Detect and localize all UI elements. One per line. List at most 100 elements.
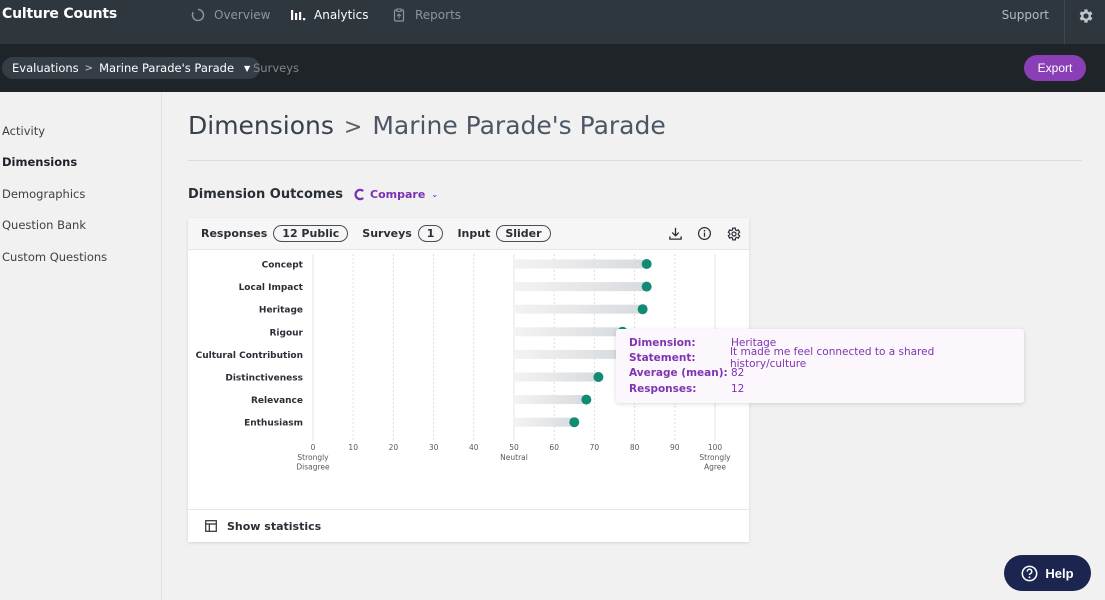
lollipop-dot[interactable]	[569, 417, 580, 428]
bar-chart-icon	[290, 7, 306, 23]
tooltip-key: Dimension:	[629, 336, 696, 349]
sidebar-item-question-bank[interactable]: Question Bank	[2, 218, 86, 232]
lollipop-dot[interactable]	[593, 372, 604, 382]
sidebar-item-custom-questions[interactable]: Custom Questions	[2, 250, 107, 264]
lollipop-dot[interactable]	[641, 259, 652, 269]
lollipop-dot[interactable]	[641, 281, 652, 292]
app-logo[interactable]: Culture Counts	[2, 6, 117, 22]
nav-analytics[interactable]: Analytics	[290, 7, 369, 23]
page-title: Dimensions > Marine Parade's Parade	[188, 111, 666, 140]
category-label: Distinctiveness	[225, 374, 303, 384]
compare-icon	[354, 188, 364, 201]
card-actions	[666, 224, 743, 243]
export-button[interactable]: Export	[1024, 55, 1086, 81]
x-tick-sublabel: Strongly	[297, 453, 329, 462]
settings-gear-icon[interactable]	[724, 224, 743, 243]
chevron-down-icon: ⌄	[431, 190, 439, 199]
page-title-main: Dimensions	[188, 111, 334, 140]
tooltip-key: Average (mean):	[629, 367, 728, 380]
lollipop-bar	[514, 259, 647, 269]
breadcrumb-current: Marine Parade's Parade	[99, 61, 235, 75]
lollipop-bar	[514, 304, 643, 314]
x-tick-label: 60	[549, 443, 559, 452]
tooltip-value: 12	[731, 382, 745, 395]
show-statistics-toggle[interactable]: Show statistics	[188, 509, 749, 542]
lollipop-dot[interactable]	[581, 394, 592, 405]
surveys-label: Surveys	[362, 227, 412, 240]
sidebar-item-demographics[interactable]: Demographics	[2, 187, 85, 201]
surveys-chip[interactable]: 1	[417, 225, 444, 242]
sidebar-item-dimensions[interactable]: Dimensions	[2, 155, 77, 169]
x-tick-label: 100	[708, 443, 723, 452]
section-title: Dimension Outcomes	[188, 187, 344, 202]
page-title-evaluation: Marine Parade's Parade	[372, 111, 666, 140]
input-label: Input	[457, 227, 491, 240]
x-tick-label: 80	[630, 443, 640, 452]
help-button[interactable]: Help	[1004, 555, 1091, 591]
lollipop-bar	[514, 327, 623, 337]
gear-icon[interactable]	[1077, 7, 1095, 25]
compare-label: Compare	[370, 188, 426, 201]
lollipop-bar	[514, 395, 587, 405]
support-link[interactable]: Support	[1002, 8, 1049, 22]
input-chip[interactable]: Slider	[496, 225, 551, 242]
lollipop-bar	[514, 417, 575, 427]
category-label: Relevance	[251, 396, 303, 406]
category-label: Enthusiasm	[244, 419, 303, 429]
title-divider	[188, 160, 1082, 161]
category-label: Concept	[262, 261, 304, 271]
top-divider	[1064, 0, 1065, 44]
sidebar-item-activity[interactable]: Activity	[2, 124, 45, 138]
x-tick-sublabel: Neutral	[500, 453, 528, 462]
category-label: Local Impact	[239, 283, 304, 293]
top-navigation-bar: Culture Counts Overview Analytics Report…	[0, 0, 1105, 44]
table-icon	[205, 520, 217, 532]
nav-overview-label: Overview	[214, 8, 271, 22]
lollipop-bar	[514, 372, 599, 382]
tooltip-key: Responses:	[629, 382, 697, 395]
chart-tooltip: Dimension: Heritage Statement: It made m…	[616, 329, 1024, 403]
question-circle-icon	[1021, 565, 1038, 581]
x-tick-sublabel: Agree	[704, 462, 726, 471]
evaluation-breadcrumb-dropdown[interactable]: Evaluations > Marine Parade's Parade ▼	[2, 57, 261, 79]
spinner-circle-icon	[190, 7, 206, 23]
x-tick-label: 70	[590, 443, 600, 452]
x-tick-sublabel: Strongly	[699, 453, 731, 462]
download-icon[interactable]	[666, 224, 685, 243]
info-icon[interactable]	[695, 224, 714, 243]
x-tick-label: 30	[429, 443, 439, 452]
responses-label: Responses	[201, 227, 268, 240]
category-label: Heritage	[259, 306, 303, 316]
card-header: Responses 12 Public Surveys 1 Input Slid…	[188, 218, 749, 250]
compare-dropdown[interactable]: Compare ⌄	[353, 188, 438, 201]
lollipop-dot[interactable]	[637, 304, 648, 315]
nav-overview[interactable]: Overview	[190, 7, 271, 23]
surveys-link[interactable]: Surveys	[253, 61, 299, 75]
x-tick-label: 20	[389, 443, 399, 452]
x-tick-sublabel: Disagree	[296, 462, 330, 471]
sub-navigation-bar: Evaluations > Marine Parade's Parade ▼ S…	[0, 44, 1105, 92]
tooltip-key: Statement:	[629, 351, 696, 364]
category-label: Cultural Contribution	[196, 351, 303, 361]
nav-reports-label: Reports	[415, 8, 462, 22]
caret-down-icon: ▼	[244, 63, 251, 73]
show-statistics-label: Show statistics	[227, 519, 322, 533]
x-tick-label: 90	[670, 443, 680, 452]
nav-reports[interactable]: Reports	[391, 7, 461, 23]
x-tick-label: 50	[509, 443, 519, 452]
section-header: Dimension Outcomes Compare ⌄	[188, 187, 438, 202]
breadcrumb-separator: >	[84, 62, 94, 74]
tooltip-value: 82	[731, 367, 745, 380]
page-title-separator: >	[343, 115, 363, 140]
category-label: Rigour	[270, 328, 304, 338]
responses-chip[interactable]: 12 Public	[273, 225, 349, 242]
tooltip-value: It made me feel connected to a shared hi…	[729, 345, 935, 370]
x-tick-label: 0	[311, 443, 316, 452]
breadcrumb-root[interactable]: Evaluations	[12, 61, 79, 75]
x-tick-label: 40	[469, 443, 479, 452]
tooltip-row-statement: Statement: It made me feel connected to …	[629, 346, 1011, 370]
lollipop-bar	[514, 349, 623, 359]
clipboard-icon	[391, 7, 407, 23]
sidebar: Activity Dimensions Demographics Questio…	[0, 92, 162, 600]
x-tick-label: 10	[348, 443, 358, 452]
